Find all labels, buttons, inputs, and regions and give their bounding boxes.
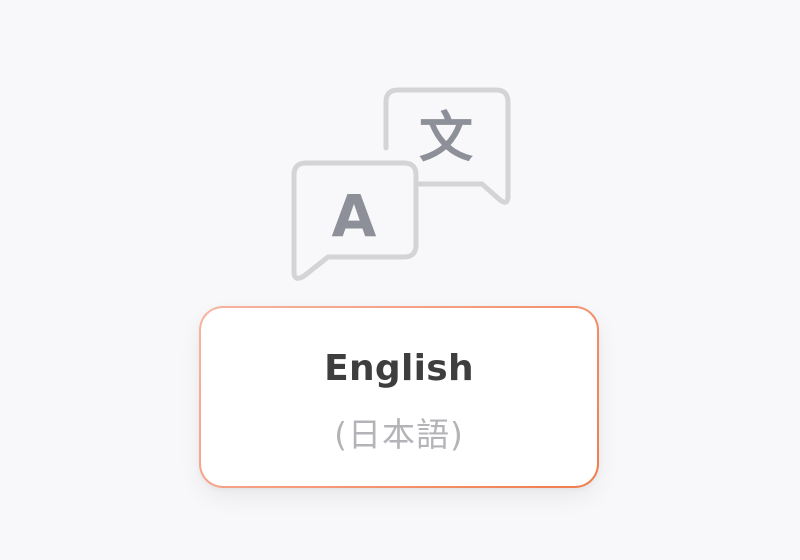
latin-glyph: A bbox=[332, 182, 377, 250]
translate-icon: 文 A bbox=[288, 86, 514, 282]
language-select-screen: { "illustration": { "icon": "translate-i… bbox=[0, 0, 800, 560]
language-primary-label: English bbox=[324, 348, 474, 389]
language-option-card[interactable]: English (日本語) bbox=[199, 306, 599, 488]
language-secondary-label: (日本語) bbox=[334, 415, 464, 454]
cjk-glyph: 文 bbox=[419, 106, 473, 169]
